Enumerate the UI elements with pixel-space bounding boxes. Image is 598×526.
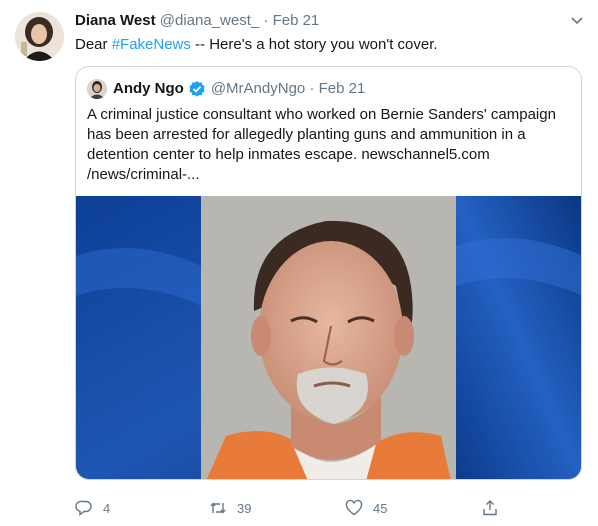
quoted-date: Feb 21 xyxy=(318,80,366,97)
quoted-tweet[interactable]: Andy Ngo @MrAndyNgo · Feb 21 A criminal … xyxy=(75,66,582,480)
reply-icon xyxy=(75,500,92,516)
reply-button[interactable]: 4 xyxy=(75,497,110,519)
tweet-text-prefix: Dear xyxy=(75,36,112,53)
author-avatar[interactable] xyxy=(15,12,64,61)
quoted-tweet-header: Andy Ngo @MrAndyNgo · Feb 21 xyxy=(87,79,365,99)
retweet-icon xyxy=(210,502,226,514)
tweet-text: Dear #FakeNews -- Here's a hot story you… xyxy=(75,35,438,55)
quoted-author-handle: @MrAndyNgo xyxy=(210,80,306,97)
hashtag-link[interactable]: #FakeNews xyxy=(112,36,191,53)
like-count: 45 xyxy=(373,500,388,516)
verified-badge-icon xyxy=(189,81,205,97)
separator-dot: · xyxy=(263,12,269,29)
share-button[interactable] xyxy=(481,497,499,519)
like-button[interactable]: 45 xyxy=(345,497,387,519)
tweet-date[interactable]: Feb 21 xyxy=(273,12,320,29)
tweet[interactable]: Diana West @diana_west_ · Feb 21 Dear #F… xyxy=(0,0,598,526)
quoted-separator-dot: · xyxy=(309,80,315,97)
chevron-down-icon[interactable] xyxy=(568,11,586,29)
quoted-author-avatar xyxy=(87,79,107,99)
share-icon xyxy=(483,500,497,516)
quoted-tweet-image[interactable] xyxy=(76,196,581,479)
author-name[interactable]: Diana West xyxy=(75,12,156,29)
tweet-text-suffix: -- Here's a hot story you won't cover. xyxy=(190,36,438,53)
reply-count: 4 xyxy=(103,500,111,516)
heart-icon xyxy=(345,499,363,516)
retweet-button[interactable]: 39 xyxy=(209,497,251,519)
quoted-tweet-text: A criminal justice consultant who worked… xyxy=(87,106,556,183)
author-handle[interactable]: @diana_west_ xyxy=(160,12,259,29)
quoted-author-name: Andy Ngo xyxy=(113,80,184,97)
tweet-header: Diana West @diana_west_ · Feb 21 xyxy=(75,11,319,31)
tweet-actions: 4 39 45 xyxy=(75,497,515,519)
retweet-count: 39 xyxy=(237,500,252,516)
